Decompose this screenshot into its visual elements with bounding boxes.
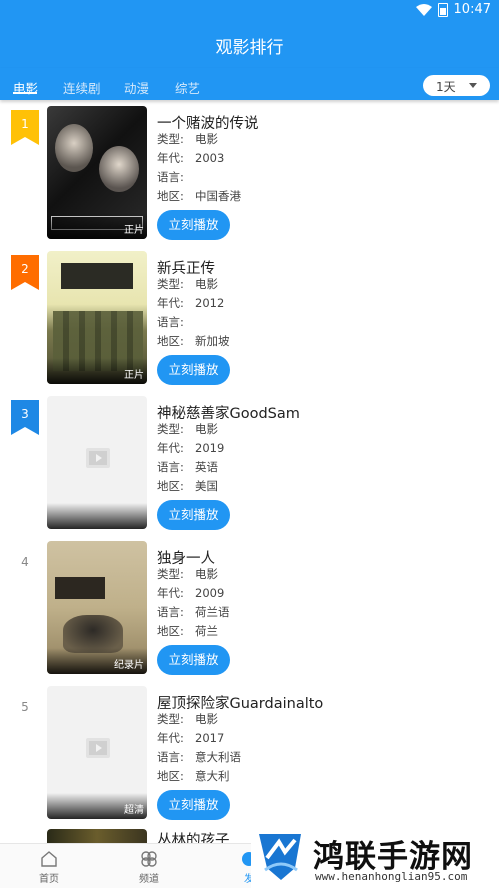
play-button[interactable]: 立刻播放: [157, 790, 230, 820]
quality-tag: 正片: [124, 225, 144, 236]
watermark-url: www.henanhonglian95.com: [315, 870, 468, 883]
year-value: 2019: [195, 441, 225, 455]
tab-movie[interactable]: 电影: [13, 78, 38, 97]
rank-badge: 1: [11, 110, 39, 145]
day-filter-value: 1天: [436, 80, 456, 94]
nav-home-label: 首页: [39, 874, 59, 885]
region-value: 新加坡: [195, 334, 230, 348]
lang-value: 英语: [195, 460, 218, 474]
type-label: 类型:: [157, 422, 184, 436]
type-value: 电影: [195, 567, 218, 581]
type-label: 类型:: [157, 277, 184, 291]
item-title: 新兵正传: [157, 261, 215, 277]
region-label: 地区:: [157, 624, 184, 638]
app-bar: 观影排行: [0, 20, 499, 68]
rank-number: 1: [21, 117, 29, 131]
item-title: 屋顶探险家Guardainalto: [157, 696, 324, 712]
chevron-down-icon: [469, 83, 477, 88]
year-label: 年代:: [157, 151, 184, 165]
type-value: 电影: [195, 422, 218, 436]
play-button[interactable]: 立刻播放: [157, 645, 230, 675]
year-value: 2012: [195, 296, 225, 310]
type-label: 类型:: [157, 712, 184, 726]
item-title: 神秘慈善家GoodSam: [157, 406, 300, 422]
poster-placeholder[interactable]: 超清: [47, 686, 147, 819]
wifi-icon: [415, 3, 432, 16]
play-button[interactable]: 立刻播放: [157, 210, 230, 240]
region-value: 美国: [195, 479, 218, 493]
region-label: 地区:: [157, 189, 184, 203]
list-item[interactable]: 5 超清 屋顶探险家Guardainalto 类型: 电影 年代: 2017 语言:…: [0, 686, 499, 826]
quality-tag: 正片: [124, 370, 144, 381]
poster-placeholder[interactable]: [47, 396, 147, 529]
type-label: 类型:: [157, 567, 184, 581]
nav-channel-label: 频道: [139, 874, 159, 885]
day-filter-select[interactable]: 1天: [423, 75, 490, 96]
nav-home[interactable]: 首页: [14, 844, 84, 888]
quality-tag: 纪录片: [114, 660, 144, 671]
status-time: 10:47: [453, 2, 491, 17]
item-title: 丛林的孩子: [157, 833, 230, 843]
type-label: 类型:: [157, 132, 184, 146]
quality-tag: 超清: [124, 805, 144, 816]
rank-number: 5: [21, 700, 29, 714]
rank-number: 3: [21, 407, 29, 421]
region-value: 中国香港: [195, 189, 241, 203]
item-title: 一个赌波的传说: [157, 116, 259, 132]
page-title: 观影排行: [215, 38, 284, 58]
item-title: 独身一人: [157, 551, 215, 567]
lang-label: 语言:: [157, 170, 184, 184]
year-label: 年代:: [157, 296, 184, 310]
status-bar: 10:47: [0, 0, 499, 20]
rank-badge: 3: [11, 400, 39, 435]
battery-icon: [437, 2, 448, 17]
play-button[interactable]: 立刻播放: [157, 355, 230, 385]
list-item[interactable]: 2 正片 新兵正传 类型: 电影 年代: 2012 语言: 地区: 新加坡 立刻播放: [0, 251, 499, 391]
year-value: 2003: [195, 151, 225, 165]
rank-number: 4: [21, 555, 29, 569]
region-value: 意大利: [195, 769, 230, 783]
list-item[interactable]: 4 纪录片 独身一人 类型: 电影 年代: 2009 语言: 荷兰语 地区: 荷兰 立刻…: [0, 541, 499, 681]
channel-icon: [141, 851, 157, 867]
type-value: 电影: [195, 712, 218, 726]
poster-image[interactable]: 纪录片: [47, 541, 147, 674]
list-item[interactable]: 3 神秘慈善家GoodSam 类型: 电影 年代: 2019 语言: 英语 地区: 美国…: [0, 396, 499, 536]
region-value: 荷兰: [195, 624, 218, 638]
watermark: 鸿联手游网 www.henanhonglian95.com: [251, 826, 499, 888]
home-icon: [41, 851, 57, 867]
poster-image[interactable]: 正片: [47, 106, 147, 239]
type-value: 电影: [195, 277, 218, 291]
active-tab-indicator: [13, 92, 37, 94]
tab-series[interactable]: 连续剧: [63, 78, 101, 97]
poster-image[interactable]: [47, 829, 147, 843]
lang-label: 语言:: [157, 460, 184, 474]
lang-value: 荷兰语: [195, 605, 230, 619]
type-value: 电影: [195, 132, 218, 146]
year-label: 年代:: [157, 586, 184, 600]
lang-label: 语言:: [157, 750, 184, 764]
rank-badge: 2: [11, 255, 39, 290]
poster-image[interactable]: 正片: [47, 251, 147, 384]
tab-variety[interactable]: 综艺: [175, 78, 200, 97]
region-label: 地区:: [157, 334, 184, 348]
year-value: 2009: [195, 586, 225, 600]
watermark-logo: [259, 834, 301, 880]
region-label: 地区:: [157, 479, 184, 493]
lang-label: 语言:: [157, 315, 184, 329]
year-label: 年代:: [157, 441, 184, 455]
nav-channel[interactable]: 频道: [114, 844, 184, 888]
rank-number: 2: [21, 262, 29, 276]
year-label: 年代:: [157, 731, 184, 745]
lang-label: 语言:: [157, 605, 184, 619]
region-label: 地区:: [157, 769, 184, 783]
play-button[interactable]: 立刻播放: [157, 500, 230, 530]
tab-anime[interactable]: 动漫: [124, 78, 149, 97]
lang-value: 意大利语: [195, 750, 241, 764]
year-value: 2017: [195, 731, 225, 745]
film-placeholder-icon: [86, 738, 110, 758]
film-placeholder-icon: [86, 448, 110, 468]
list-item[interactable]: 1 正片 一个赌波的传说 类型: 电影 年代: 2003 语言: 地区: 中国香港 立…: [0, 106, 499, 246]
